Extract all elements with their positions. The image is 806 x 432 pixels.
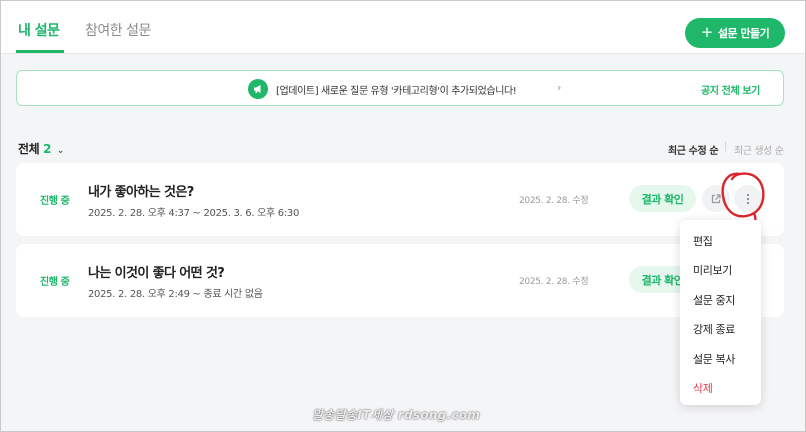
window-border (0, 0, 806, 432)
